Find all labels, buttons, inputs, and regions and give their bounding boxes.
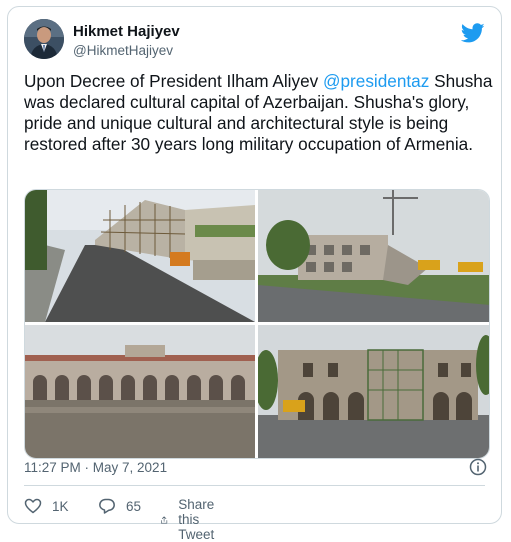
share-icon [161,515,168,524]
tweet-timestamp[interactable]: 11:27 PM · May 7, 2021 [24,460,167,475]
like-button[interactable]: 1K [24,497,69,515]
photo-street[interactable] [25,190,255,322]
photo-restoration[interactable] [258,325,489,458]
photo-demolition[interactable] [258,190,489,322]
heart-icon [24,498,42,514]
avatar[interactable] [24,19,64,59]
author-name[interactable]: Hikmet Hajiyev [73,23,180,40]
twitter-bird-icon[interactable] [460,21,485,45]
photo-arcade[interactable] [25,325,255,458]
share-button[interactable]: Share this Tweet [160,497,224,542]
tweet-card: Hikmet Hajiyev @HikmetHajiyev Upon Decre… [7,6,502,542]
reply-bubble-icon [99,498,115,514]
media-grid [24,189,490,459]
reply-button[interactable]: 65 [98,497,141,515]
author-handle[interactable]: @HikmetHajiyev [73,43,173,58]
mention-link[interactable]: @presidentaz [323,71,429,91]
tweet-text-prefix: Upon Decree of President Ilham Aliyev [24,71,324,91]
like-count: 1K [52,498,69,514]
tweet-text: Upon Decree of President Ilham Aliyev @p… [24,71,494,155]
share-label: Share this Tweet [178,497,215,542]
reply-count: 65 [126,498,142,514]
info-icon[interactable] [469,458,487,476]
divider [24,485,485,486]
